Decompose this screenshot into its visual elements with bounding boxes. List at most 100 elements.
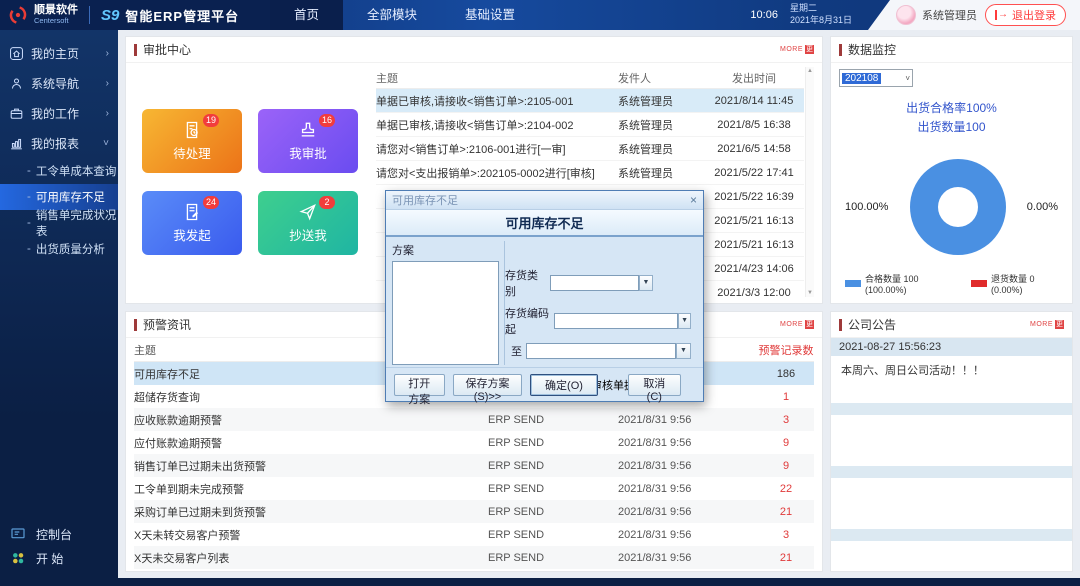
scheme-listbox[interactable] <box>392 261 499 365</box>
topbar-user-area: 系统管理员 → 退出登录 <box>868 0 1080 30</box>
cancel-button[interactable]: 取消(C) <box>627 373 681 403</box>
approval-tiles: 19 待处理 16 我审批 24 我发起 2 抄送我 <box>134 67 366 297</box>
code-from-input[interactable] <box>554 313 679 329</box>
row-time: 2021/5/21 16:13 <box>714 214 794 227</box>
data-monitor-panel: 数据监控 202108 ˅ 出货合格率100% 出货数量100 100.00% … <box>830 36 1073 304</box>
row-time: 2021/8/31 9:56 <box>618 528 692 541</box>
notice-empty-strip <box>831 466 1072 478</box>
dialog-title: 可用库存不足 <box>392 195 458 207</box>
notice-date[interactable]: 2021-08-27 15:56:23 <box>831 338 1072 356</box>
sidebar-item-home[interactable]: 我的主页 › <box>0 38 118 68</box>
notice-more-button[interactable]: MORE 更 <box>1030 320 1064 329</box>
alert-row[interactable]: X天未交易客户列表 ERP SEND 2021/8/31 9:56 21 <box>134 546 814 569</box>
alert-row[interactable]: 工令单到期未完成预警 ERP SEND 2021/8/31 9:56 22 <box>134 477 814 500</box>
sidebar-item-navigation[interactable]: 系统导航 › <box>0 68 118 98</box>
s9-logo: S9 <box>101 6 120 24</box>
notice-content: 本周六、周日公司活动！！！ <box>841 365 984 377</box>
scroll-up-icon[interactable]: ▲ <box>807 68 813 74</box>
field-row-category: 存货类别 ▼ <box>505 267 693 299</box>
chevron-right-icon: › <box>105 47 109 59</box>
alert-row[interactable]: 应收账款逾期预警 ERP SEND 2021/8/31 9:56 3 <box>134 408 814 431</box>
start-grid-icon <box>13 553 24 564</box>
category-combo-button[interactable]: ▼ <box>638 275 653 291</box>
home-icon <box>10 46 23 60</box>
nav-item[interactable]: 基础设置 <box>441 0 539 30</box>
open-scheme-button[interactable]: 打开方案 <box>394 373 445 406</box>
approval-more-button[interactable]: MORE 更 <box>780 45 814 54</box>
alert-row[interactable]: X天未转交易客户预警 ERP SEND 2021/8/31 9:56 3 <box>134 523 814 546</box>
sidebar: 我的主页 › 系统导航 › 我的工作 › 我的报表 ˅ - 工令单成本查询 - … <box>0 30 118 586</box>
dialog-heading: 可用库存不足 <box>386 210 703 237</box>
sidebar-item-reports[interactable]: 我的报表 ˅ <box>0 128 118 158</box>
submenu-item[interactable]: 销售单完成状况表 <box>0 210 118 238</box>
save-scheme-button[interactable]: 保存方案(S)>> <box>452 373 523 403</box>
approval-row[interactable]: 请您对<支出报销单>:202105-0002进行[审核] 系统管理员 2021/… <box>376 161 804 185</box>
row-subject: 单据已审核,请接收<销售订单>:2105-001 <box>376 95 574 108</box>
dialog-body: 方案 存货类别 ▼ 存货编码起 ▼ 至 ▼ <box>386 237 703 392</box>
row-time: 2021/8/31 9:56 <box>618 459 692 472</box>
row-count: 22 <box>779 482 793 495</box>
alert-row[interactable]: 采购订单已过期未到货预警 ERP SEND 2021/8/31 9:56 21 <box>134 500 814 523</box>
row-subject: 应收账款逾期预警 <box>134 414 222 427</box>
submenu-item[interactable]: 工令单成本查询 <box>0 158 118 184</box>
logout-button[interactable]: → 退出登录 <box>985 4 1066 26</box>
scroll-down-icon[interactable]: ▼ <box>807 290 813 296</box>
row-sender: ERP SEND <box>488 551 545 564</box>
approval-row[interactable]: 单据已审核,请接收<销售订单>:2105-001 系统管理员 2021/8/14… <box>376 89 804 113</box>
tile-my-approvals[interactable]: 16 我审批 <box>258 109 358 173</box>
row-subject: 应付账款逾期预警 <box>134 437 222 450</box>
sidebar-item-label: 我的主页 <box>31 46 80 61</box>
row-time: 2021/8/5 16:38 <box>717 118 791 131</box>
approval-row[interactable]: 请您对<销售订单>:2106-001进行[一审] 系统管理员 2021/6/5 … <box>376 137 804 161</box>
notice-panel: 公司公告 MORE 更 2021-08-27 15:56:23 本周六、周日公司… <box>830 311 1073 572</box>
category-input[interactable] <box>550 275 639 291</box>
more-icon: 更 <box>1055 320 1064 329</box>
criteria-pane: 存货类别 ▼ 存货编码起 ▼ 至 ▼ 未审核单据参与计算 <box>504 241 697 392</box>
submenu-item-label: 可用库存不足 <box>35 192 105 204</box>
dialog-titlebar[interactable]: 可用库存不足 × <box>386 191 703 210</box>
row-sender: 系统管理员 <box>618 119 673 132</box>
date: 2021年8月31日 <box>789 15 852 25</box>
reports-submenu: 工令单成本查询 可用库存不足 销售单完成状况表 出货质量分析 <box>0 158 118 262</box>
header-accent <box>134 43 137 56</box>
user-avatar[interactable] <box>896 5 916 25</box>
erp-dashboard-page: 顺景软件 Centersoft S9 智能ERP管理平台 首页 全部模块 基础设… <box>0 0 1080 586</box>
shipment-qty-line: 出货数量100 <box>917 120 986 135</box>
console-button[interactable]: 控制台 <box>10 522 108 546</box>
clock-time: 10:06 <box>750 9 778 21</box>
clock-date: 星期二 2021年8月31日 <box>790 3 852 26</box>
period-select[interactable]: 202108 ˅ <box>839 69 913 87</box>
alert-row[interactable]: 应付账款逾期预警 ERP SEND 2021/8/31 9:56 9 <box>134 431 814 454</box>
product-title: 智能ERP管理平台 <box>125 8 240 24</box>
submenu-item[interactable]: 出货质量分析 <box>0 236 118 262</box>
tile-pending[interactable]: 19 待处理 <box>142 109 242 173</box>
approval-table-header: 主题 发件人 发出时间 <box>376 67 804 89</box>
start-button[interactable]: 开 始 <box>10 546 108 570</box>
row-time: 2021/3/3 12:00 <box>717 286 791 299</box>
legend-pass: 合格数量 100 (100.00%) <box>845 272 957 295</box>
approval-row[interactable]: 单据已审核,请接收<销售订单>:2104-002 系统管理员 2021/8/5 … <box>376 113 804 137</box>
nav-item[interactable]: 首页 <box>270 0 344 30</box>
tile-initiated-by-me[interactable]: 24 我发起 <box>142 191 242 255</box>
monitor-body: 202108 ˅ 出货合格率100% 出货数量100 100.00% 0.00% <box>831 63 1072 303</box>
ok-button[interactable]: 确定(O) <box>530 373 598 396</box>
code-to-input[interactable] <box>526 343 676 359</box>
code-to-label: 至 <box>511 346 522 358</box>
code-to-combo-button[interactable]: ▼ <box>676 343 691 359</box>
logo-zone: 顺景软件 Centersoft S9 智能ERP管理平台 <box>0 0 270 30</box>
sidebar-item-label: 我的工作 <box>31 106 80 121</box>
nav-item-label: 全部模块 <box>367 8 418 22</box>
row-count: 3 <box>782 413 790 426</box>
close-icon[interactable]: × <box>690 194 697 206</box>
logo-divider <box>89 6 90 24</box>
tile-cc-to-me[interactable]: 2 抄送我 <box>258 191 358 255</box>
code-from-combo-button[interactable]: ▼ <box>678 313 691 329</box>
field-row-code-to: 至 ▼ <box>505 343 693 359</box>
sidebar-item-work[interactable]: 我的工作 › <box>0 98 118 128</box>
alerts-more-button[interactable]: MORE 更 <box>780 320 814 329</box>
row-time: 2021/5/22 17:41 <box>714 166 794 179</box>
approval-scrollbar[interactable]: ▲ ▼ <box>805 67 814 297</box>
nav-item[interactable]: 全部模块 <box>343 0 441 30</box>
pending-count-badge: 19 <box>203 114 220 127</box>
alert-row[interactable]: 销售订单已过期未出货预警 ERP SEND 2021/8/31 9:56 9 <box>134 454 814 477</box>
